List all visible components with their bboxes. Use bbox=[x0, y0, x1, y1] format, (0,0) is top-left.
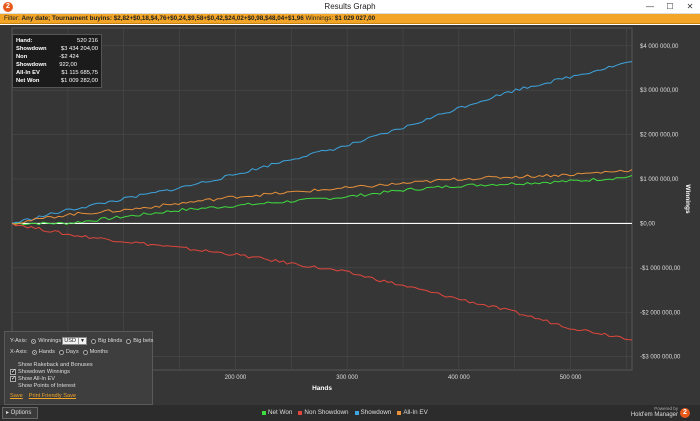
y-tick-label: $4 000 000,00 bbox=[640, 44, 679, 50]
currency-select[interactable]: USD ▼ bbox=[62, 337, 87, 345]
chevron-down-icon: ▼ bbox=[78, 338, 85, 344]
x-months-label: Months bbox=[89, 349, 108, 355]
y-tick-label: $2 000 000,00 bbox=[640, 133, 679, 139]
y-axis-row: Y-Axis: Winnings USD ▼ Big blinds Big be… bbox=[10, 337, 153, 345]
y-big-bets-label: Big bets bbox=[133, 338, 154, 344]
y-axis-label: Y-Axis: bbox=[10, 338, 28, 344]
info-value: -$2 424 922,00 bbox=[59, 54, 79, 68]
info-key: All-In EV bbox=[16, 70, 40, 76]
x-hands-radio[interactable] bbox=[31, 349, 37, 355]
x-hands-label: Hands bbox=[38, 349, 55, 355]
filter-bar[interactable]: Filter: Any date; Tournament buyins: $2,… bbox=[0, 14, 700, 24]
legend-item[interactable]: Showdown bbox=[354, 409, 392, 416]
legend-swatch bbox=[298, 410, 303, 415]
powered-by-label: Powered by bbox=[654, 406, 678, 411]
title-bar: 2 Results Graph — ☐ ✕ bbox=[0, 0, 700, 14]
filter-winnings-label: Winnings: bbox=[305, 15, 334, 22]
info-row: Net Won $1 009 282,00 bbox=[16, 77, 98, 85]
close-button[interactable]: ✕ bbox=[680, 0, 700, 13]
holdem-manager-logo: 2 bbox=[680, 408, 690, 418]
hover-info-box: Hand: 520 216 Showdown $3 434 204,00 Non Sho… bbox=[12, 34, 102, 88]
options-panel: Y-Axis: Winnings USD ▼ Big blinds Big be… bbox=[4, 331, 153, 405]
x-axis-row: X-Axis: Hands Days Months bbox=[10, 349, 108, 355]
chart-legend: Net Won Non Showdown Showdown All-In EV bbox=[262, 409, 428, 416]
legend-label: Non Showdown bbox=[304, 409, 349, 416]
show-allin-ev-label: Show All-In EV bbox=[18, 376, 55, 382]
y-tick-label: -$3 000 000,00 bbox=[640, 355, 681, 361]
x-days-radio[interactable] bbox=[58, 349, 64, 355]
y-winnings-label: Winnings bbox=[38, 338, 62, 344]
info-row: Showdown $3 434 204,00 bbox=[16, 45, 98, 53]
y-axis-label: Winnings bbox=[684, 184, 691, 214]
y-big-bets-radio[interactable] bbox=[126, 338, 132, 344]
filter-criteria: Any date; Tournament buyins: $2,82+$0,18… bbox=[21, 15, 304, 22]
y-big-blinds-radio[interactable] bbox=[90, 338, 96, 344]
info-key: Showdown bbox=[16, 46, 47, 52]
brand-name: Hold'em Manager bbox=[630, 412, 678, 418]
info-value: $1 009 282,00 bbox=[60, 78, 98, 84]
show-poi-row[interactable]: Show Points of Interest bbox=[10, 383, 76, 389]
legend-item[interactable]: All-In EV bbox=[397, 409, 428, 416]
x-tick-label: 500 000 bbox=[560, 375, 582, 381]
y-winnings-radio[interactable] bbox=[31, 338, 37, 344]
info-row: Hand: 520 216 bbox=[16, 37, 98, 45]
filter-winnings-value: $1 029 027,00 bbox=[334, 15, 376, 22]
info-value: $1 115 685,75 bbox=[61, 70, 98, 76]
legend-label: Net Won bbox=[268, 409, 293, 416]
info-key: Non Showdown bbox=[16, 54, 47, 68]
y-tick-label: $3 000 000,00 bbox=[640, 88, 679, 94]
y-big-blinds-label: Big blinds bbox=[97, 338, 123, 344]
x-tick-label: 200 000 bbox=[225, 375, 247, 381]
bottom-bar: ▸ Options Net Won Non Showdown Showdown All… bbox=[0, 405, 700, 421]
y-tick-label: $1 000 000,00 bbox=[640, 177, 679, 183]
legend-label: Showdown bbox=[360, 409, 392, 416]
legend-item[interactable]: Net Won bbox=[262, 409, 292, 416]
show-poi-label: Show Points of Interest bbox=[18, 383, 76, 389]
info-row: All-In EV $1 115 685,75 bbox=[16, 69, 98, 77]
x-tick-label: 300 000 bbox=[336, 375, 358, 381]
info-value: 520 216 bbox=[77, 38, 98, 44]
info-key: Hand: bbox=[16, 38, 33, 44]
x-tick-label: 400 000 bbox=[448, 375, 470, 381]
info-row: Non Showdown -$2 424 922,00 bbox=[16, 53, 98, 69]
showdown-winnings-checkbox[interactable]: ✓ bbox=[10, 369, 16, 375]
filter-label: Filter: bbox=[4, 15, 20, 22]
show-allin-ev-row[interactable]: ✓ Show All-In EV bbox=[10, 376, 55, 382]
y-tick-label: -$2 000 000,00 bbox=[640, 310, 681, 316]
legend-swatch bbox=[262, 410, 266, 415]
legend-swatch bbox=[397, 410, 402, 415]
legend-item[interactable]: Non Showdown bbox=[298, 409, 349, 416]
save-link[interactable]: Save bbox=[10, 393, 23, 399]
legend-swatch bbox=[354, 410, 359, 415]
save-links-row: Save Print Friendly Save bbox=[10, 393, 82, 399]
x-days-label: Days bbox=[65, 349, 79, 355]
x-months-radio[interactable] bbox=[82, 349, 88, 355]
print-friendly-save-link[interactable]: Print Friendly Save bbox=[29, 393, 76, 399]
legend-label: All-In EV bbox=[403, 409, 428, 416]
maximize-button[interactable]: ☐ bbox=[660, 0, 680, 13]
minimize-button[interactable]: — bbox=[640, 0, 660, 13]
show-allin-ev-checkbox[interactable]: ✓ bbox=[10, 376, 16, 382]
window-title: Results Graph bbox=[324, 2, 376, 11]
options-toggle-button[interactable]: ▸ Options bbox=[2, 407, 38, 419]
currency-value: USD bbox=[64, 338, 77, 344]
show-rakeback-row[interactable]: Show Rakeback and Bonuses bbox=[10, 362, 93, 368]
x-axis-label: Hands bbox=[312, 385, 332, 392]
info-value: $3 434 204,00 bbox=[60, 46, 98, 52]
info-key: Net Won bbox=[16, 78, 40, 84]
showdown-winnings-label: Showdown Winnings bbox=[18, 369, 70, 375]
showdown-winnings-row[interactable]: ✓ Showdown Winnings bbox=[10, 369, 70, 375]
x-axis-label: X-Axis: bbox=[10, 349, 28, 355]
show-rakeback-label: Show Rakeback and Bonuses bbox=[18, 362, 93, 368]
y-tick-label: $0,00 bbox=[640, 221, 656, 227]
filter-text: Filter: Any date; Tournament buyins: $2,… bbox=[4, 15, 375, 22]
y-tick-label: -$1 000 000,00 bbox=[640, 266, 681, 272]
